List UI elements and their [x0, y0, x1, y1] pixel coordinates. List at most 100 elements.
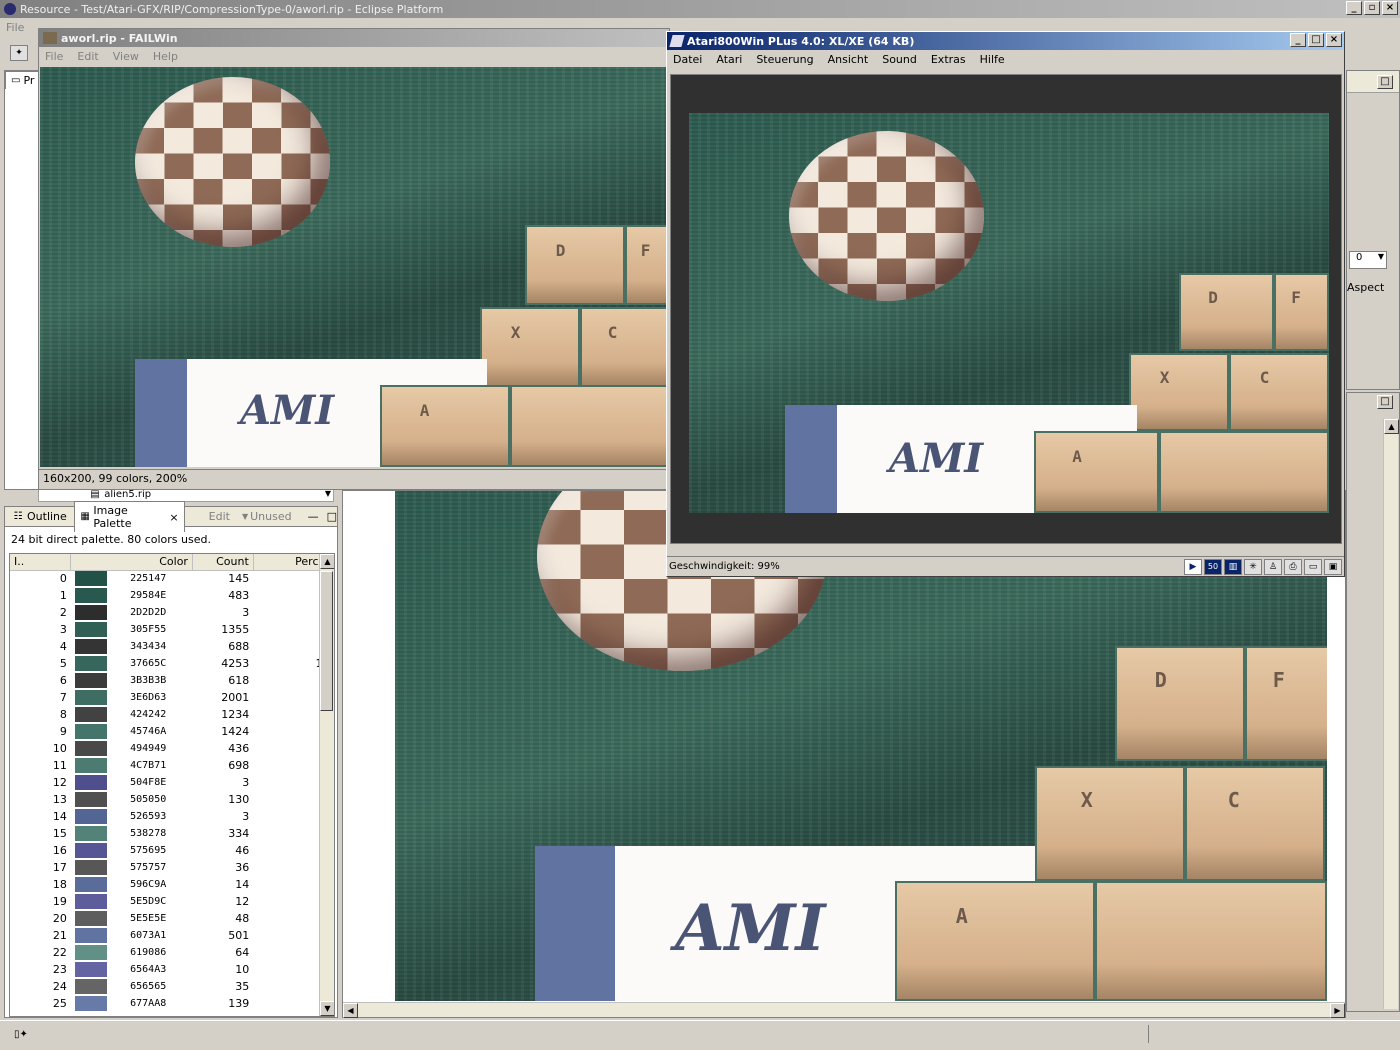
fast-view-icon[interactable]: ▯✦: [14, 1029, 28, 1040]
failwin-titlebar[interactable]: aworl.rip - FAILWin: [39, 29, 669, 47]
film-icon[interactable]: ▥: [1224, 558, 1242, 575]
atari-minimize-button[interactable]: _: [1290, 33, 1306, 47]
close-tab-icon[interactable]: ×: [169, 511, 178, 524]
joystick-icon[interactable]: ♙: [1264, 558, 1282, 575]
palette-row[interactable]: 129584E4831: [10, 587, 334, 604]
palette-row[interactable]: 236564A3100: [10, 961, 334, 978]
palette-scrollbar[interactable]: ▲ ▼: [319, 554, 334, 1016]
palette-row[interactable]: 43434346882: [10, 638, 334, 655]
fps-50-icon[interactable]: 50: [1204, 558, 1222, 575]
palette-row[interactable]: 12504F8E30: [10, 774, 334, 791]
tree-item[interactable]: ▤ alien5.rip ▼: [38, 488, 334, 502]
atari-menu-extras[interactable]: Extras: [931, 53, 966, 66]
scroll-right-icon[interactable]: ▶: [1330, 1003, 1345, 1018]
maximize-view-button[interactable]: □: [1377, 75, 1393, 89]
atari-menu-atari[interactable]: Atari: [716, 53, 742, 66]
tab-outline[interactable]: ☷ Outline: [7, 508, 72, 525]
atari-menu-hilfe[interactable]: Hilfe: [980, 53, 1005, 66]
atari-maximize-button[interactable]: □: [1308, 33, 1324, 47]
palette-row[interactable]: 945746A14244: [10, 723, 334, 740]
palette-row[interactable]: 18596C9A140: [10, 876, 334, 893]
col-count[interactable]: Count: [192, 554, 254, 571]
failwin-menu-help[interactable]: Help: [153, 50, 178, 63]
key-f: F: [625, 225, 668, 305]
palette-row[interactable]: 842424212343: [10, 706, 334, 723]
atari-close-button[interactable]: ×: [1326, 33, 1342, 47]
palette-row[interactable]: 114C7B716982: [10, 757, 334, 774]
col-color[interactable]: Color: [70, 554, 193, 571]
right-panel-bottom: □ ▲: [1346, 392, 1400, 1012]
palette-row[interactable]: 22D2D2D30: [10, 604, 334, 621]
vertical-scrollbar[interactable]: ▲: [1383, 419, 1399, 1009]
spinner-down-icon[interactable]: ▼: [1378, 252, 1386, 261]
scroll-down-icon[interactable]: ▼: [320, 1001, 334, 1016]
palette-table: I.. Color Count Perc... 0225147145012958…: [10, 554, 334, 1012]
dropdown-arrow-icon[interactable]: ▼: [325, 489, 331, 498]
restore-button[interactable]: ▫: [1364, 1, 1380, 15]
color-hex: 2D2D2D: [130, 607, 167, 618]
palette-row[interactable]: 104949494361: [10, 740, 334, 757]
menu-file[interactable]: File: [6, 21, 24, 35]
row-index: 0: [59, 572, 67, 586]
close-button[interactable]: ×: [1382, 1, 1398, 15]
scroll-up-icon[interactable]: ▲: [1384, 419, 1399, 434]
atari-menu-ansicht[interactable]: Ansicht: [828, 53, 869, 66]
aspect-label: Aspect: [1347, 281, 1385, 294]
minimize-button[interactable]: _: [1346, 1, 1362, 15]
color-hex: 45746A: [130, 726, 167, 737]
aspect-spinner[interactable]: 0 ▼: [1349, 251, 1387, 269]
palette-row[interactable]: 216073A15011: [10, 927, 334, 944]
palette-row[interactable]: 25677AA81390: [10, 995, 334, 1012]
dropdown-icon[interactable]: ▼: [242, 512, 248, 521]
printer-icon[interactable]: ⎙: [1284, 558, 1302, 575]
atari-menu-steuerung[interactable]: Steuerung: [756, 53, 813, 66]
horizontal-scrollbar[interactable]: ◀ ▶: [343, 1002, 1345, 1018]
ball-graphic: [135, 77, 330, 247]
minimize-view-icon[interactable]: —: [308, 510, 319, 523]
atari-titlebar[interactable]: Atari800Win PLus 4.0: XL/XE (64 KB) _ □ …: [667, 32, 1344, 50]
row-index: 21: [52, 929, 67, 942]
play-icon[interactable]: ▶: [1184, 558, 1202, 575]
palette-row[interactable]: 537665C425313: [10, 655, 334, 672]
color-swatch: [71, 961, 126, 978]
scroll-left-icon[interactable]: ◀: [343, 1003, 358, 1018]
new-wizard-icon[interactable]: ✦: [10, 45, 28, 61]
color-hex: 424242: [130, 709, 167, 720]
atari-menu-datei[interactable]: Datei: [673, 53, 702, 66]
failwin-menu-view[interactable]: View: [113, 50, 139, 63]
disk-icon[interactable]: ▣: [1324, 558, 1342, 575]
key-d: D: [525, 225, 625, 305]
col-index[interactable]: I..: [10, 554, 72, 571]
edit-action[interactable]: Edit: [209, 510, 230, 523]
palette-row[interactable]: 195E5D9C120: [10, 893, 334, 910]
palette-row[interactable]: 3305F5513554: [10, 621, 334, 638]
palette-row[interactable]: 02251471450: [10, 570, 334, 587]
palette-row[interactable]: 155382783341: [10, 825, 334, 842]
palette-row[interactable]: 205E5E5E480: [10, 910, 334, 927]
scroll-thumb[interactable]: [320, 571, 333, 711]
palette-row[interactable]: 135050501300: [10, 791, 334, 808]
palette-row[interactable]: 17575757360: [10, 859, 334, 876]
sparkle-icon[interactable]: ✳: [1244, 558, 1262, 575]
palette-row[interactable]: 73E6D6320016: [10, 689, 334, 706]
palette-row[interactable]: 16575695460: [10, 842, 334, 859]
atari-menu-sound[interactable]: Sound: [882, 53, 917, 66]
failwin-menu-edit[interactable]: Edit: [77, 50, 98, 63]
maximize-view-button-2[interactable]: □: [1377, 395, 1393, 409]
scroll-up-icon[interactable]: ▲: [320, 554, 334, 569]
swatch-fill: [74, 894, 107, 909]
palette-row[interactable]: 24656565350: [10, 978, 334, 995]
maximize-view-icon[interactable]: □: [327, 510, 337, 523]
tape-icon[interactable]: ▭: [1304, 558, 1322, 575]
palette-row[interactable]: 63B3B3B6181: [10, 672, 334, 689]
failwin-menu-file[interactable]: File: [45, 50, 63, 63]
key-space: [510, 385, 668, 467]
key-c: C: [580, 307, 668, 387]
palette-row[interactable]: 22619086640: [10, 944, 334, 961]
palette-row[interactable]: 1452659330: [10, 808, 334, 825]
tab-package-explorer[interactable]: ▭ Pr: [5, 71, 39, 89]
tab-image-palette[interactable]: ▦ Image Palette ×: [73, 501, 185, 532]
unused-action[interactable]: Unused: [250, 510, 291, 523]
key-c: C: [1229, 353, 1329, 431]
blue-bar: [535, 846, 615, 1001]
